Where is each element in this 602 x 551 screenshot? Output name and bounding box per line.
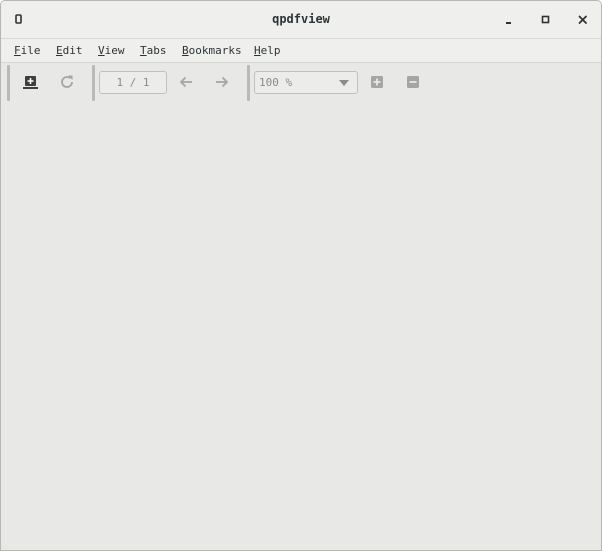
arrow-right-icon	[216, 76, 229, 88]
arrow-left-icon	[179, 76, 192, 88]
menu-view-mnemonic: V	[98, 44, 105, 57]
zoom-in-button[interactable]	[367, 72, 387, 92]
menu-view-label: iew	[104, 44, 125, 57]
title-bar[interactable]: qpdfview	[1, 1, 601, 39]
chevron-down-icon	[339, 80, 349, 86]
toolbar: 1 / 1 100 %	[1, 63, 601, 103]
zoom-out-button[interactable]	[403, 72, 423, 92]
zoom-combobox[interactable]: 100 %	[254, 71, 358, 94]
menu-tabs[interactable]: Tabs	[140, 44, 167, 57]
toolbar-handle[interactable]	[92, 65, 95, 101]
menu-bookmarks[interactable]: Bookmarks	[182, 44, 242, 57]
open-document-icon	[23, 76, 38, 89]
menu-bookmarks-label: ookmarks	[188, 44, 242, 57]
zoom-in-icon	[371, 76, 383, 88]
menu-file-label: ile	[20, 44, 41, 57]
close-icon	[578, 15, 587, 24]
document-viewport[interactable]	[1, 103, 601, 550]
menu-file[interactable]: File	[14, 44, 41, 57]
page-number-field[interactable]: 1 / 1	[99, 71, 167, 94]
menu-bar: File Edit View Tabs Bookmarks Help	[1, 39, 601, 63]
zoom-out-icon	[407, 76, 419, 88]
menu-tabs-mnemonic: T	[140, 44, 147, 57]
maximize-icon	[541, 15, 550, 24]
menu-edit-label: dit	[62, 44, 83, 57]
menu-edit-mnemonic: E	[56, 44, 63, 57]
main-window: qpdfview File Edit View Tabs Bookmarks H…	[0, 0, 602, 551]
zoom-value: 100 %	[259, 76, 293, 89]
menu-help[interactable]: Help	[254, 44, 281, 57]
menu-view[interactable]: View	[98, 44, 125, 57]
reload-icon	[61, 75, 73, 88]
menu-bookmarks-mnemonic: B	[182, 44, 189, 57]
menu-edit[interactable]: Edit	[56, 44, 83, 57]
toolbar-handle[interactable]	[7, 65, 10, 101]
maximize-button[interactable]	[538, 12, 554, 28]
menu-tabs-label: abs	[146, 44, 167, 57]
next-page-button[interactable]	[212, 72, 232, 92]
toolbar-handle[interactable]	[247, 65, 250, 101]
reload-button[interactable]	[57, 72, 77, 92]
open-button[interactable]	[21, 72, 41, 92]
minimize-button[interactable]	[501, 12, 517, 28]
close-button[interactable]	[575, 12, 591, 28]
menu-file-mnemonic: F	[14, 44, 21, 57]
minimize-icon	[506, 22, 511, 24]
menu-help-mnemonic: H	[254, 44, 261, 57]
previous-page-button[interactable]	[176, 72, 196, 92]
menu-help-label: elp	[260, 44, 281, 57]
